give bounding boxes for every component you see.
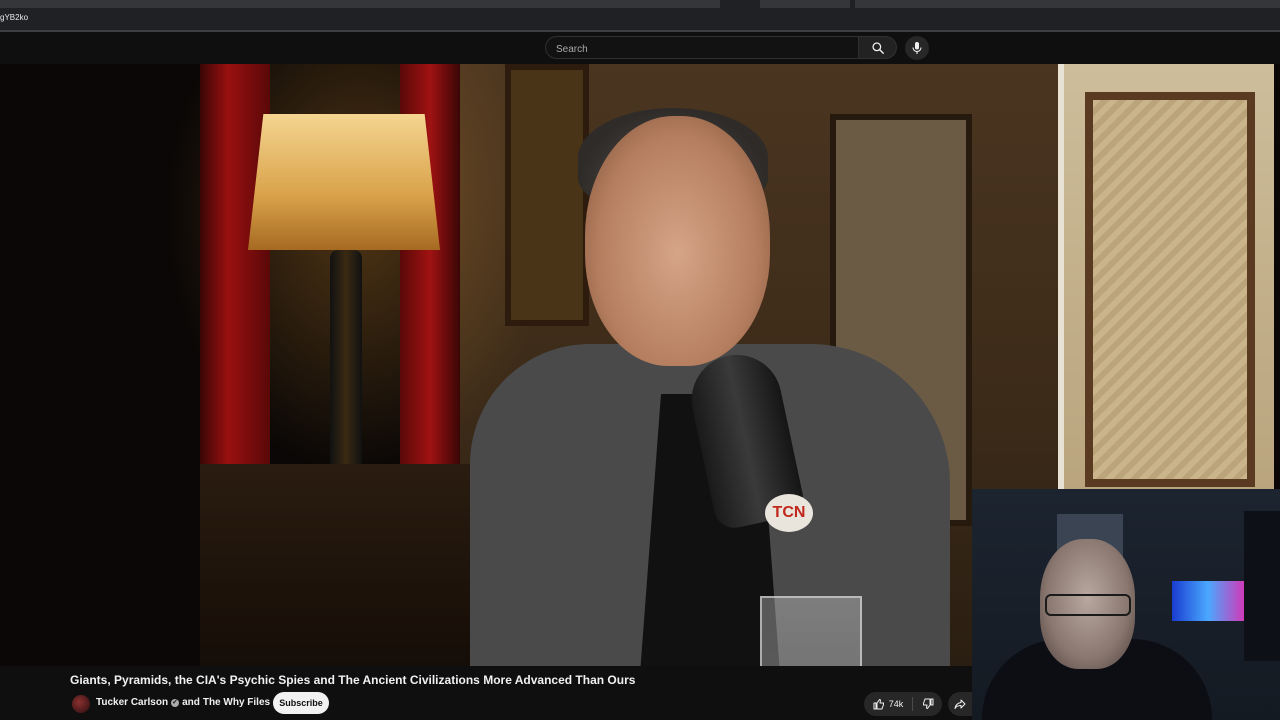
like-button[interactable]: 74k — [864, 692, 912, 716]
channel-and-text: and — [182, 697, 200, 708]
microphone-icon — [912, 42, 922, 54]
share-icon — [954, 699, 966, 709]
video-wall-frame — [505, 64, 589, 326]
video-mic-badge: TCN — [765, 494, 813, 532]
voice-search-button[interactable] — [905, 36, 929, 60]
like-divider — [912, 697, 913, 711]
subscribe-button[interactable]: Subscribe — [273, 692, 329, 714]
channel-avatar[interactable] — [72, 695, 90, 713]
address-bar-url[interactable]: gYB2ko — [0, 13, 28, 22]
video-side-table — [200, 464, 500, 666]
channel-name-primary[interactable]: Tucker Carlson — [96, 697, 168, 708]
video-info-bar: Giants, Pyramids, the CIA's Psychic Spie… — [0, 666, 972, 720]
address-bar[interactable]: gYB2ko — [0, 8, 1280, 32]
video-title: Giants, Pyramids, the CIA's Psychic Spie… — [70, 673, 636, 687]
like-count: 74k — [888, 699, 904, 709]
search-box[interactable] — [545, 36, 859, 59]
search-input[interactable] — [554, 40, 848, 58]
video-lamp-base — [330, 250, 362, 470]
browser-tab[interactable] — [760, 0, 850, 8]
webcam-overlay — [972, 489, 1280, 720]
browser-tab[interactable] — [0, 0, 720, 8]
like-dislike-group: 74k — [864, 692, 942, 716]
channel-name-secondary[interactable]: The Why Files — [203, 697, 270, 708]
webcam-shelf — [1244, 511, 1280, 661]
webcam-streamer-glasses — [1045, 594, 1131, 616]
video-tapestry-art — [1085, 92, 1255, 487]
video-water-glass — [760, 596, 862, 666]
verified-icon: ✓ — [171, 698, 180, 707]
share-button[interactable] — [948, 692, 972, 716]
browser-tab-strip — [0, 0, 1280, 8]
youtube-header — [0, 32, 1280, 64]
search-icon — [871, 41, 884, 54]
video-guest-face — [585, 116, 770, 366]
video-curtain — [200, 64, 270, 484]
video-lamp-shade — [248, 114, 440, 250]
thumbs-up-icon — [873, 699, 884, 710]
channel-names[interactable]: Tucker Carlson ✓ and The Why Files ✓ — [96, 697, 282, 708]
browser-tab[interactable] — [855, 0, 1280, 8]
dislike-button[interactable] — [914, 692, 942, 716]
webcam-tv — [1172, 581, 1244, 621]
thumbs-down-icon — [923, 698, 934, 709]
search-button[interactable] — [859, 36, 897, 59]
